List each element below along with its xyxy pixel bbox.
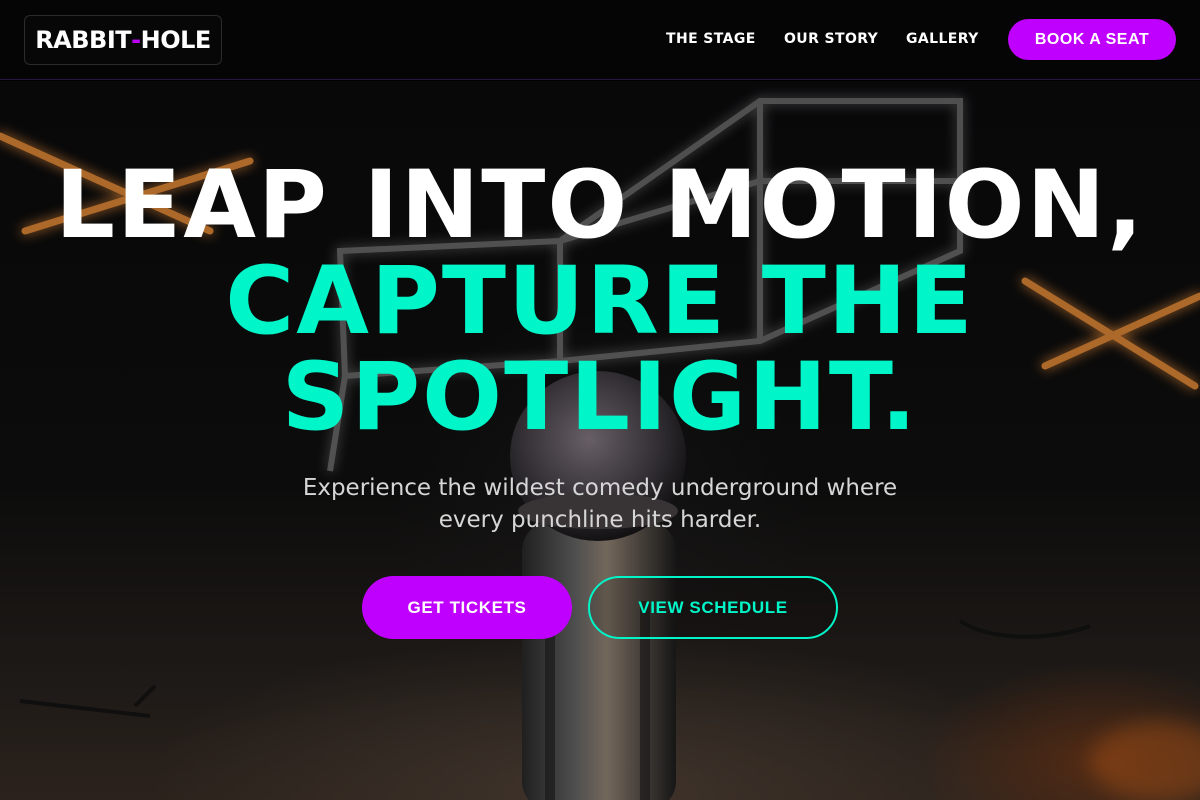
book-a-seat-button[interactable]: BOOK A SEAT (1008, 19, 1176, 60)
hero-headline-line1: LEAP INTO MOTION, (55, 151, 1145, 260)
logo[interactable]: RABBIT - HOLE (24, 15, 222, 65)
nav-link-gallery[interactable]: GALLERY (906, 31, 979, 47)
logo-dash: - (131, 26, 141, 54)
get-tickets-button[interactable]: GET TICKETS (362, 576, 572, 639)
hero-headline-line2: CAPTURE THE (225, 247, 975, 356)
site-header: RABBIT - HOLE THE STAGE OUR STORY GALLERY … (0, 0, 1200, 80)
nav-link-our-story[interactable]: OUR STORY (784, 31, 878, 47)
hero-headline-line3: SPOTLIGHT. (281, 343, 919, 452)
nav-link-the-stage[interactable]: THE STAGE (666, 31, 756, 47)
logo-text-part2: HOLE (140, 26, 212, 54)
view-schedule-button[interactable]: VIEW SCHEDULE (588, 576, 838, 639)
logo-text-part1: RABBIT (35, 26, 132, 54)
hero-subtitle: Experience the wildest comedy undergroun… (302, 475, 898, 533)
